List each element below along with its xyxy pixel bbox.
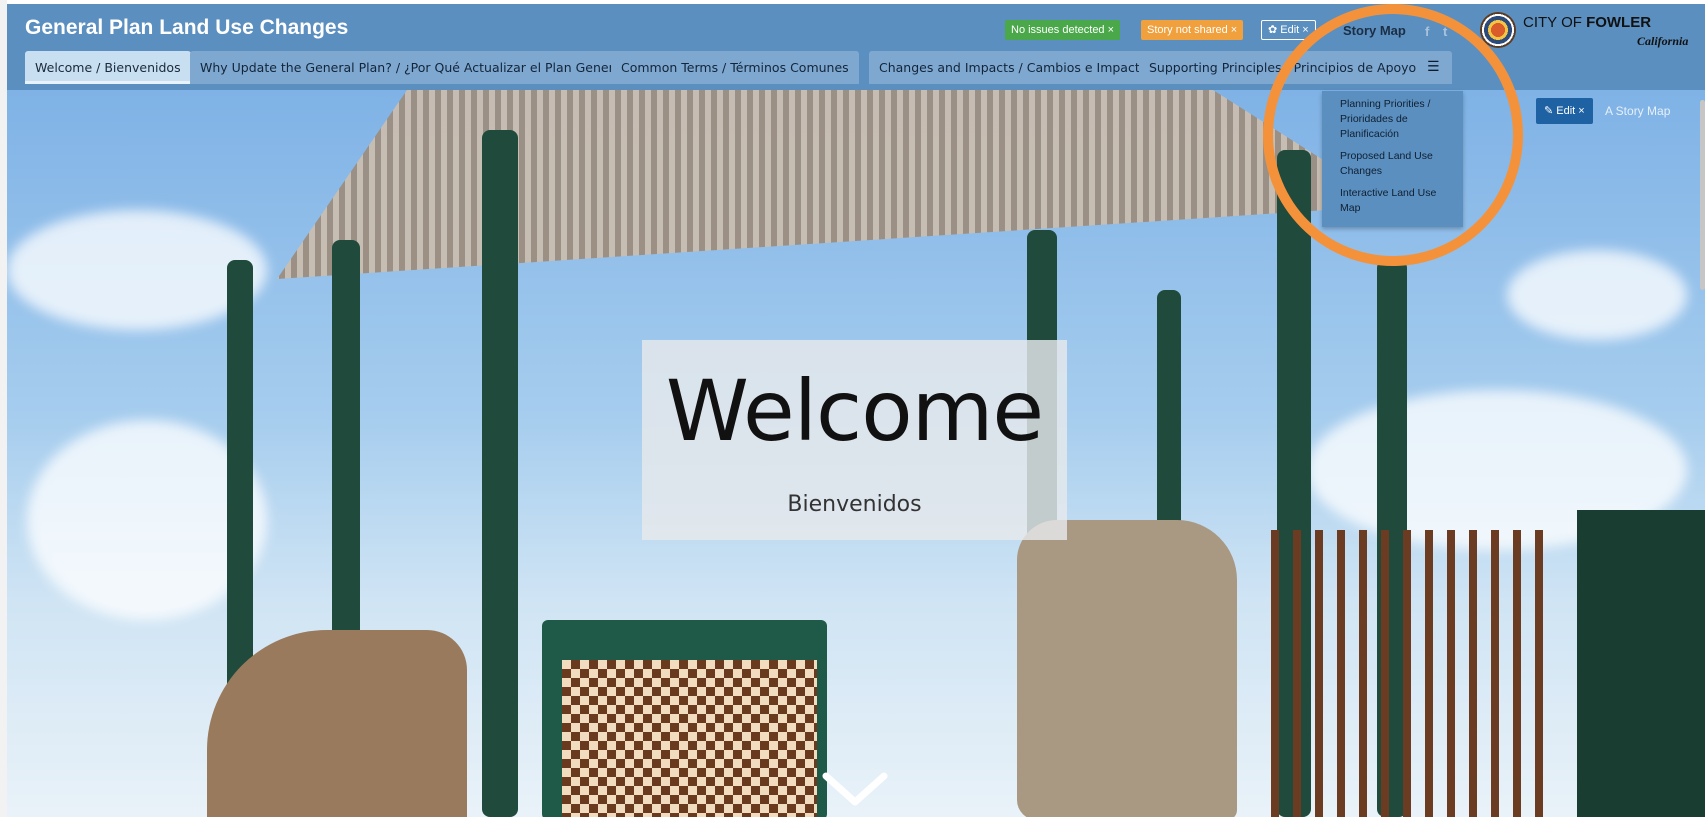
city-name-bold: FOWLER: [1586, 14, 1652, 31]
app-title: General Plan Land Use Changes: [25, 16, 349, 39]
story-map-share-link[interactable]: A Story Map: [1605, 104, 1670, 118]
welcome-subtitle: Bienvenidos: [787, 492, 922, 517]
tab-why-update[interactable]: Why Update the General Plan? / ¿Por Qué …: [190, 51, 642, 84]
playground-post: [482, 130, 518, 817]
scrollbar[interactable]: [1700, 100, 1705, 290]
section-edit-button[interactable]: ✎ Edit ×: [1536, 98, 1593, 124]
welcome-title: Welcome: [665, 362, 1044, 460]
city-label: CITY OF: [1523, 14, 1587, 31]
playground-railing: [1257, 530, 1557, 817]
welcome-title-panel: Welcome Bienvenidos: [642, 340, 1067, 540]
page-left-margin: [0, 0, 7, 817]
playground-rock: [1017, 520, 1237, 817]
tab-welcome[interactable]: Welcome / Bienvenidos: [25, 51, 191, 84]
city-logo-text: CITY OF FOWLER: [1523, 14, 1651, 31]
playground-mesh-panel: [1577, 510, 1705, 817]
issues-badge[interactable]: No issues detected ×: [1005, 20, 1121, 40]
cloud-shape: [1507, 250, 1687, 340]
playground-checker-panel: [562, 660, 817, 817]
tab-common-terms[interactable]: Common Terms / Términos Comunes: [611, 51, 859, 84]
sharing-badge[interactable]: Story not shared ×: [1141, 20, 1244, 40]
chevron-down-icon[interactable]: [820, 770, 890, 810]
tab-changes-impacts[interactable]: Changes and Impacts / Cambios e Impactos: [869, 51, 1164, 84]
city-state-text: California: [1637, 34, 1689, 48]
annotation-highlight-circle: [1263, 4, 1523, 266]
